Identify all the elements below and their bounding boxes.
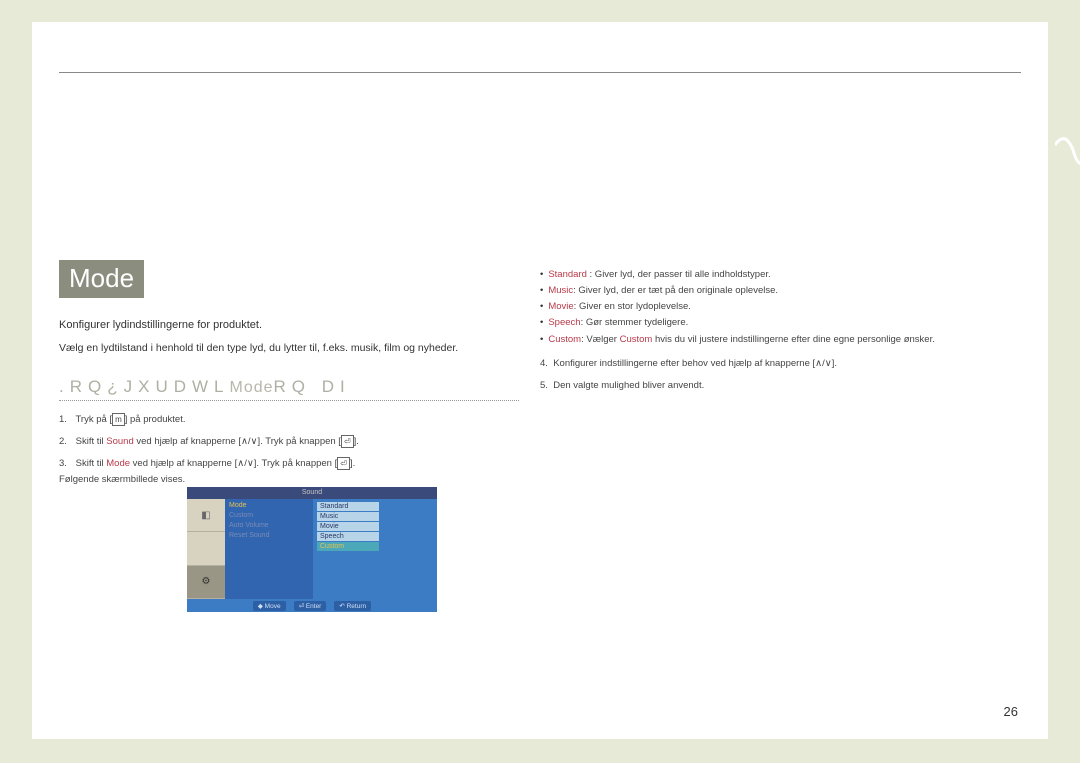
step-2: 2. Skift til Sound ved hjælp af knappern… <box>59 434 529 450</box>
bullet-custom: Custom: Vælger Custom hvis du vil juster… <box>540 332 1030 348</box>
osd-menu-custom: Custom <box>229 512 309 519</box>
step2-b: ved hjælp af knapperne [ <box>134 436 241 447</box>
step3-b: ved hjælp af knapperne [ <box>130 458 237 469</box>
step2-c: ]. Tryk på knappen [ <box>258 436 341 447</box>
section-title: Mode <box>59 260 144 298</box>
step-3: 3. Skift til Mode ved hjælp af knapperne… <box>59 456 529 488</box>
step2-d: ]. <box>354 436 359 447</box>
bullet-movie: Movie: Giver en stor lydoplevelse. <box>540 299 1030 315</box>
b-movie-l: Movie <box>548 301 573 312</box>
osd-opt-music: Music <box>317 512 379 521</box>
b-standard-t: : Giver lyd, der passer til alle indhold… <box>587 269 771 280</box>
b-music-l: Music <box>548 285 573 296</box>
b-speech-l: Speech <box>548 317 580 328</box>
sub-heading: .RQ¿JXUDWLModeRQ DI <box>59 377 519 401</box>
osd-opt-movie: Movie <box>317 522 379 531</box>
steps-list: 1. Tryk på [m] på produktet. 2. Skift ti… <box>59 412 529 495</box>
osd-nav-enter: ⏎ Enter <box>294 601 327 611</box>
step-num: 3. <box>59 456 73 472</box>
step3-a: Skift til <box>76 458 107 469</box>
osd-nav-move: ◆ Move <box>253 601 286 611</box>
side-wave-decoration <box>1055 125 1080 200</box>
bullet-music: Music: Giver lyd, der er tæt på den orig… <box>540 283 1030 299</box>
menu-icon: m <box>112 413 125 426</box>
mode-bullets: Standard : Giver lyd, der passer til all… <box>540 267 1030 348</box>
step4-text: Konfigurer indstillingerne efter behov v… <box>553 358 837 369</box>
step3-e: Følgende skærmbillede vises. <box>59 474 185 485</box>
osd-menu-mode: Mode <box>229 502 309 509</box>
b-custom-l: Custom <box>548 334 581 345</box>
enter-icon: ⏎ <box>341 435 354 448</box>
step3-d: ]. <box>350 458 355 469</box>
b-speech-t: : Gør stemmer tydeligere. <box>581 317 689 328</box>
osd-menu-col: Mode Custom Auto Volume Reset Sound <box>225 499 313 599</box>
step-5: 5. Den valgte mulighed bliver anvendt. <box>540 378 1030 394</box>
top-rule <box>59 72 1021 73</box>
b-custom-t2: hvis du vil justere indstillingerne efte… <box>652 334 935 345</box>
intro-text-2: Vælg en lydtilstand i henhold til den ty… <box>59 342 458 354</box>
osd-side-2 <box>187 532 225 565</box>
step2-sound: Sound <box>106 436 133 447</box>
step-4: 4. Konfigurer indstillingerne efter beho… <box>540 356 1030 372</box>
b-standard-l: Standard <box>548 269 587 280</box>
intro-text-1: Konfigurer lydindstillingerne for produk… <box>59 319 262 331</box>
right-column: Standard : Giver lyd, der passer til all… <box>540 267 1030 394</box>
osd-menu-autovol: Auto Volume <box>229 522 309 529</box>
step3-mode: Mode <box>106 458 130 469</box>
b-custom-l2: Custom <box>620 334 653 345</box>
osd-opt-custom: Custom <box>317 542 379 551</box>
osd-menu-reset: Reset Sound <box>229 532 309 539</box>
step-num: 2. <box>59 434 73 450</box>
enter-icon: ⏎ <box>337 457 350 470</box>
bullet-standard: Standard : Giver lyd, der passer til all… <box>540 267 1030 283</box>
step2-a: Skift til <box>76 436 107 447</box>
step3-c: ]. Tryk på knappen [ <box>254 458 337 469</box>
osd-navbar: ◆ Move ⏎ Enter ↶ Return <box>187 599 437 612</box>
step1-a: Tryk på [ <box>75 414 112 425</box>
step1-b: ] på produktet. <box>125 414 186 425</box>
osd-screenshot: Sound ◧ ⚙ Mode Custom Auto Volume Reset … <box>187 487 437 612</box>
osd-side-gear: ⚙ <box>187 566 225 599</box>
subheading-post: RQ DI <box>274 377 351 396</box>
document-page: Mode Konfigurer lydindstillingerne for p… <box>32 22 1048 739</box>
osd-nav-return: ↶ Return <box>334 601 371 611</box>
bullet-speech: Speech: Gør stemmer tydeligere. <box>540 315 1030 331</box>
osd-side-1: ◧ <box>187 499 225 532</box>
osd-options-col: Standard Music Movie Speech Custom <box>313 499 383 599</box>
b-movie-t: : Giver en stor lydoplevelse. <box>574 301 691 312</box>
page-number: 26 <box>1004 704 1018 719</box>
b-music-t: : Giver lyd, der er tæt på den originale… <box>573 285 778 296</box>
step-1: 1. Tryk på [m] på produktet. <box>59 412 529 428</box>
osd-sidebar: ◧ ⚙ <box>187 499 225 599</box>
osd-opt-standard: Standard <box>317 502 379 511</box>
b-custom-t1: : Vælger <box>581 334 620 345</box>
step5-text: Den valgte mulighed bliver anvendt. <box>553 380 704 391</box>
osd-body: ◧ ⚙ Mode Custom Auto Volume Reset Sound … <box>187 499 437 599</box>
subheading-mode: Mode <box>230 379 274 396</box>
step-num: 1. <box>59 412 73 428</box>
osd-title: Sound <box>187 487 437 499</box>
osd-opt-speech: Speech <box>317 532 379 541</box>
subheading-pre: .RQ¿JXUDWL <box>59 377 230 396</box>
